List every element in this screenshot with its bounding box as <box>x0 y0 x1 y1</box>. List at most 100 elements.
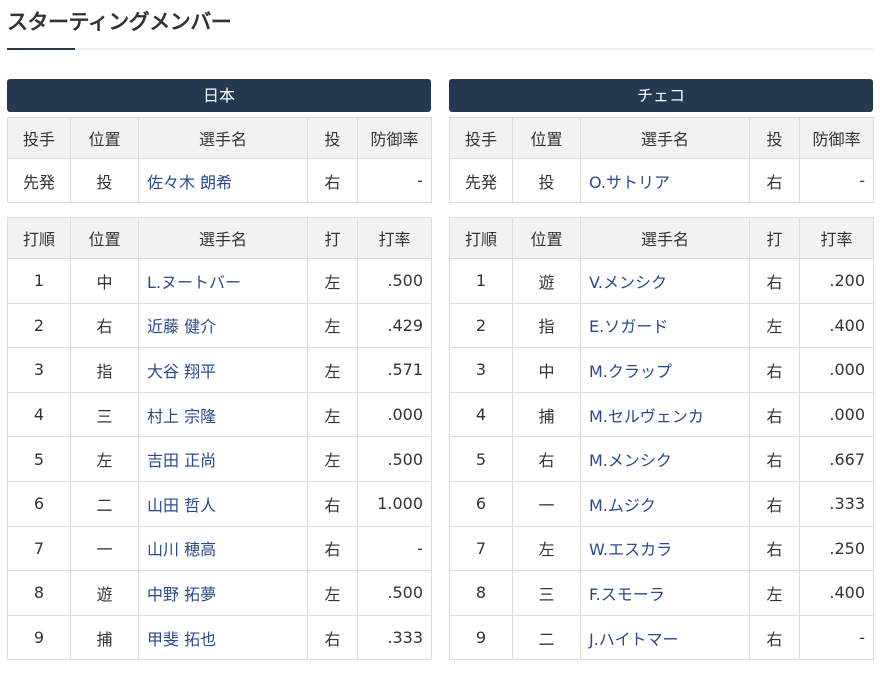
column-header: 投手 <box>449 117 513 159</box>
batting-hand: 左 <box>307 302 358 349</box>
table-row: 7 一山川 穂高右 - <box>7 525 432 572</box>
field-position: 左 <box>512 525 581 572</box>
table-row: 3 中 M.クラップ右 .000 <box>449 347 874 393</box>
player-link[interactable]: W.エスカラ <box>580 525 750 572</box>
batting-hand: 右 <box>749 480 800 527</box>
player-link[interactable]: 村上 宗隆 <box>138 391 308 438</box>
batting-average: .000 <box>799 347 874 393</box>
batting-average: - <box>799 614 874 661</box>
table-row: 先発 投 O.サトリア 右 - <box>449 158 874 203</box>
field-position: 遊 <box>512 258 581 304</box>
table-row: 4 三村上 宗隆左 .000 <box>7 391 432 438</box>
column-header: 選手名 <box>138 217 308 259</box>
field-position: 三 <box>70 391 139 438</box>
batting-order: 1 <box>7 258 71 304</box>
column-header: 選手名 <box>580 217 750 259</box>
table-header-row: 打順 位置 選手名 打 打率 <box>449 217 874 259</box>
player-link[interactable]: M.ムジク <box>580 480 750 527</box>
batting-hand: 右 <box>307 525 358 572</box>
table-row: 9 捕甲斐 拓也右 .333 <box>7 614 432 661</box>
batting-order: 4 <box>7 391 71 438</box>
table-row: 8 遊中野 拓夢左 .500 <box>7 570 432 616</box>
table-row: 5 左吉田 正尚左 .500 <box>7 436 432 482</box>
pitcher-position: 投 <box>70 158 139 203</box>
batting-hand: 左 <box>307 258 358 304</box>
column-header: 位置 <box>70 217 139 259</box>
batting-average: .667 <box>799 436 874 482</box>
table-header-row: 打順 位置 選手名 打 打率 <box>7 217 432 259</box>
player-link[interactable]: 大谷 翔平 <box>138 347 308 393</box>
batting-hand: 右 <box>749 436 800 482</box>
batting-order-table: 打順 位置 選手名 打 打率 1 遊 V.メンシク右 .200 2 指 E.ソガード左 .40… <box>449 217 874 661</box>
table-row: 1 中 L.ヌートバー左 .500 <box>7 258 432 304</box>
player-link[interactable]: F.スモーラ <box>580 570 750 616</box>
player-link[interactable]: 山田 哲人 <box>138 480 308 527</box>
batting-order: 6 <box>7 480 71 527</box>
section-title: スターティングメンバー <box>7 10 232 34</box>
era-value: - <box>357 158 432 203</box>
table-header-row: 投手 位置 選手名 投 防御率 <box>7 117 432 159</box>
batting-average: .200 <box>799 258 874 304</box>
player-link[interactable]: L.ヌートバー <box>138 258 308 304</box>
field-position: 中 <box>70 258 139 304</box>
column-header: 防御率 <box>357 117 432 159</box>
column-header: 打率 <box>799 217 874 259</box>
batting-hand: 右 <box>749 525 800 572</box>
batting-average: .500 <box>357 258 432 304</box>
column-header: 打 <box>307 217 358 259</box>
batting-order: 9 <box>7 614 71 661</box>
table-row: 7 左 W.エスカラ右 .250 <box>449 525 874 572</box>
player-link[interactable]: O.サトリア <box>580 158 750 203</box>
pitcher-role: 先発 <box>449 158 513 203</box>
player-link[interactable]: 甲斐 拓也 <box>138 614 308 661</box>
batting-average: .333 <box>357 614 432 661</box>
batting-order: 3 <box>449 347 513 393</box>
table-row: 先発 投 佐々木 朗希 右 - <box>7 158 432 203</box>
player-link[interactable]: M.クラップ <box>580 347 750 393</box>
batting-order: 4 <box>449 391 513 438</box>
field-position: 指 <box>70 347 139 393</box>
batting-average: .000 <box>799 391 874 438</box>
table-row: 2 右近藤 健介左 .429 <box>7 302 432 349</box>
batting-order: 6 <box>449 480 513 527</box>
column-header: 打 <box>749 217 800 259</box>
column-header: 打率 <box>357 217 432 259</box>
player-link[interactable]: M.メンシク <box>580 436 750 482</box>
batting-hand: 右 <box>749 614 800 661</box>
player-link[interactable]: J.ハイトマー <box>580 614 750 661</box>
field-position: 二 <box>512 614 581 661</box>
player-link[interactable]: M.セルヴェンカ <box>580 391 750 438</box>
batting-average: - <box>357 525 432 572</box>
table-row: 6 一 M.ムジク右 .333 <box>449 480 874 527</box>
field-position: 二 <box>70 480 139 527</box>
batting-average: .400 <box>799 570 874 616</box>
section-title-accent <box>7 48 75 50</box>
player-link[interactable]: E.ソガード <box>580 302 750 349</box>
field-position: 三 <box>512 570 581 616</box>
batting-order: 9 <box>449 614 513 661</box>
batting-hand: 左 <box>307 570 358 616</box>
field-position: 右 <box>70 302 139 349</box>
starting-pitcher-table: 投手 位置 選手名 投 防御率 先発 投 佐々木 朗希 右 - <box>7 117 432 203</box>
player-link[interactable]: 中野 拓夢 <box>138 570 308 616</box>
batting-average: .000 <box>357 391 432 438</box>
batting-order: 8 <box>7 570 71 616</box>
team-name-bar: チェコ <box>449 79 873 112</box>
batting-order: 1 <box>449 258 513 304</box>
player-link[interactable]: 吉田 正尚 <box>138 436 308 482</box>
batting-average: .333 <box>799 480 874 527</box>
field-position: 右 <box>512 436 581 482</box>
batting-hand: 左 <box>749 302 800 349</box>
field-position: 中 <box>512 347 581 393</box>
batting-average: .571 <box>357 347 432 393</box>
player-link[interactable]: 佐々木 朗希 <box>138 158 308 203</box>
player-link[interactable]: 山川 穂高 <box>138 525 308 572</box>
batting-hand: 右 <box>749 347 800 393</box>
table-row: 4 捕 M.セルヴェンカ右 .000 <box>449 391 874 438</box>
column-header: 打順 <box>449 217 513 259</box>
batting-order-table: 打順 位置 選手名 打 打率 1 中 L.ヌートバー左 .500 2 右近藤 健介左 .42… <box>7 217 432 661</box>
player-link[interactable]: 近藤 健介 <box>138 302 308 349</box>
batting-hand: 左 <box>307 436 358 482</box>
field-position: 指 <box>512 302 581 349</box>
player-link[interactable]: V.メンシク <box>580 258 750 304</box>
